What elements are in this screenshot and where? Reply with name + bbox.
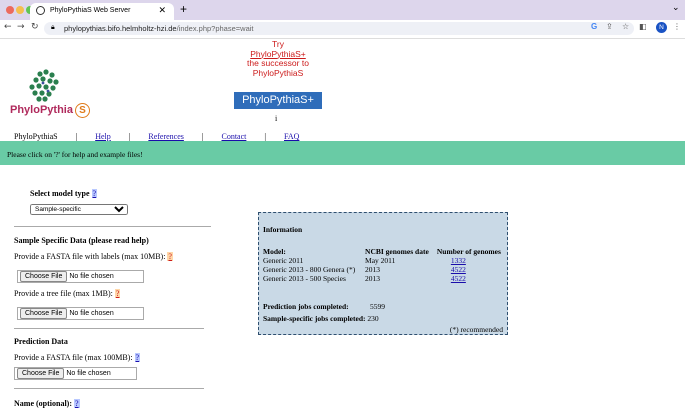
- tab-list-chevron-icon[interactable]: ⌄: [672, 3, 680, 13]
- nav-faq-link[interactable]: FAQ: [284, 132, 299, 141]
- table-row: Generic 2011 May 2011 1332: [263, 256, 466, 265]
- tree-file-input[interactable]: Choose File No file chosen: [17, 307, 144, 320]
- url-host: phylopythias.bifo.helmholtz-hzi.de: [64, 24, 177, 33]
- profile-avatar[interactable]: N: [656, 22, 667, 33]
- tree-file-help[interactable]: ?: [114, 289, 121, 298]
- tree-file-prompt: Provide a tree file (max 1MB): ?: [14, 289, 121, 298]
- small-marker-text: i: [275, 114, 278, 123]
- help-banner-text: Please click on '?' for help and example…: [7, 150, 143, 159]
- nav-home[interactable]: PhyloPythiaS: [14, 132, 58, 141]
- choose-file-button[interactable]: Choose File: [20, 308, 68, 319]
- divider: [14, 388, 204, 389]
- info-heading: Information: [263, 225, 303, 234]
- col-date-header: NCBI genomes date: [365, 247, 429, 256]
- site-favicon-icon: [36, 6, 45, 15]
- choose-file-button[interactable]: Choose File: [20, 271, 68, 282]
- address-bar[interactable]: 🔒︎ phylopythias.bifo.helmholtz-hzi.de/in…: [44, 22, 634, 35]
- bookmark-star-icon[interactable]: ☆: [622, 22, 629, 31]
- browser-menu-icon[interactable]: ⋮: [673, 22, 681, 31]
- sample-jobs-label: Sample-specific jobs completed: 230: [263, 314, 379, 323]
- model-type-label: Select model type ?: [30, 189, 98, 198]
- model-type-help[interactable]: ?: [91, 189, 98, 198]
- logo-wordmark: PhyloPythia S: [10, 103, 90, 118]
- name-help[interactable]: ?: [74, 399, 80, 408]
- nav-references-link[interactable]: References: [148, 132, 184, 141]
- main-nav: PhyloPythiaS | Help | References | Contact | FAQ: [14, 132, 300, 141]
- phylopythias-plus-button[interactable]: PhyloPythiaS+: [234, 92, 322, 109]
- reload-icon[interactable]: ↻: [31, 22, 39, 32]
- information-panel: Information Model: NCBI genomes date Num…: [258, 212, 508, 335]
- successor-promo[interactable]: Try PhyloPythiaS+ the successor to Phylo…: [230, 39, 326, 78]
- url-path: /index.php?phase=wait: [176, 24, 254, 33]
- genomes-table: Model: NCBI genomes date Number of genom…: [261, 247, 507, 283]
- divider: [14, 328, 204, 329]
- share-icon[interactable]: ⇪: [606, 22, 613, 31]
- choose-file-button[interactable]: Choose File: [17, 368, 65, 379]
- col-count-header: Number of genomes: [436, 247, 501, 256]
- recommended-footnote: (*) recommended: [449, 325, 503, 334]
- google-translate-icon[interactable]: G: [591, 22, 597, 31]
- side-panel-icon[interactable]: ◧: [639, 22, 647, 31]
- prediction-heading: Prediction Data: [14, 337, 68, 346]
- minimize-window-button[interactable]: [16, 6, 24, 14]
- divider: [14, 226, 211, 227]
- genome-count-link[interactable]: 1332: [451, 256, 466, 265]
- fasta-labels-help[interactable]: ?: [167, 252, 173, 261]
- prediction-help[interactable]: ?: [134, 353, 141, 362]
- close-tab-icon[interactable]: ✕: [158, 5, 166, 16]
- new-tab-button[interactable]: +: [180, 2, 187, 16]
- prediction-jobs-value: 5599: [370, 302, 385, 311]
- fasta-labels-file-input[interactable]: Choose File No file chosen: [17, 270, 144, 283]
- name-label: Name (optional): ?: [14, 399, 80, 408]
- browser-tab[interactable]: PhyloPythiaS Web Server ✕: [30, 3, 174, 20]
- close-window-button[interactable]: [6, 6, 14, 14]
- tab-title: PhyloPythiaS Web Server: [50, 7, 131, 14]
- model-type-select[interactable]: Sample-specific: [30, 204, 128, 215]
- table-row: Generic 2013 - 500 Species 2013 4522: [263, 274, 466, 283]
- genome-count-link[interactable]: 4522: [451, 265, 466, 274]
- col-model-header: Model:: [263, 247, 286, 256]
- nav-help-link[interactable]: Help: [95, 132, 111, 141]
- table-row: Generic 2013 - 800 Genera (*) 2013 4522: [263, 265, 466, 274]
- help-banner: Please click on '?' for help and example…: [0, 141, 685, 165]
- prediction-prompt: Provide a FASTA file (max 100MB): ?: [14, 353, 141, 362]
- prediction-file-input[interactable]: Choose File No file chosen: [14, 367, 137, 380]
- sample-specific-heading: Sample Specific Data (please read help): [14, 236, 149, 245]
- genome-count-link[interactable]: 4522: [451, 274, 466, 283]
- prediction-jobs-label: Prediction jobs completed:: [263, 302, 349, 311]
- nav-contact-link[interactable]: Contact: [222, 132, 247, 141]
- lock-icon: 🔒︎: [51, 24, 55, 31]
- back-arrow-icon[interactable]: ←: [4, 22, 12, 32]
- fasta-labels-prompt: Provide a FASTA file with labels (max 10…: [14, 252, 173, 261]
- forward-arrow-icon[interactable]: →: [17, 22, 25, 32]
